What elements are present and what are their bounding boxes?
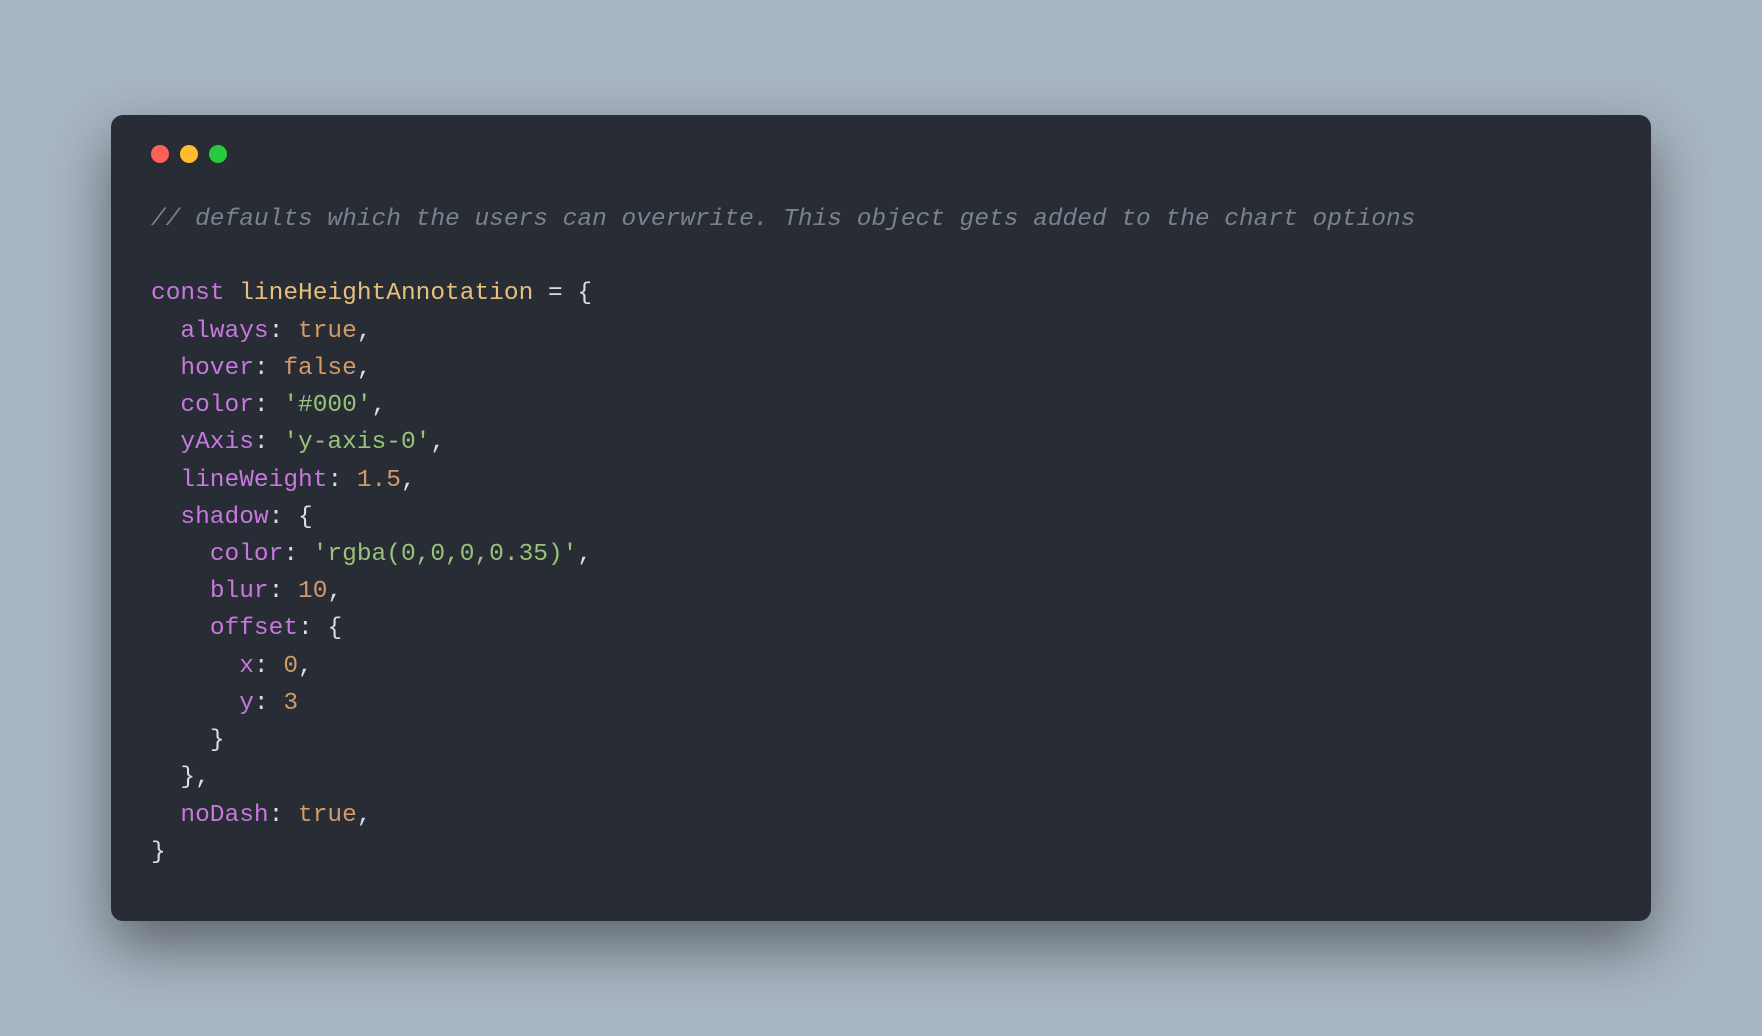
colon: : [254,429,269,456]
code-comment: // defaults which the users can overwrit… [151,206,1415,233]
const-identifier: lineHeightAnnotation [239,280,533,307]
prop-x: x [239,653,254,680]
brace-close: } [151,839,166,866]
brace-open: { [298,504,313,531]
prop-nodash: noDash [180,802,268,829]
comma: , [357,318,372,345]
val-color: '#000' [283,392,371,419]
val-y: 3 [283,690,298,717]
colon: : [298,615,313,642]
prop-offset: offset [210,615,298,642]
brace-close: } [180,764,195,791]
colon: : [254,355,269,382]
colon: : [254,690,269,717]
code-block: // defaults which the users can overwrit… [151,201,1611,871]
brace-close: } [210,727,225,754]
brace-open: { [577,280,592,307]
comma: , [357,355,372,382]
comma: , [430,429,445,456]
val-yaxis: 'y-axis-0' [283,429,430,456]
minimize-icon[interactable] [180,145,198,163]
equals-op: = [533,280,577,307]
prop-yaxis: yAxis [180,429,254,456]
close-icon[interactable] [151,145,169,163]
colon: : [269,578,284,605]
prop-lineweight: lineWeight [180,467,327,494]
val-false: false [283,355,357,382]
prop-color: color [180,392,254,419]
comma: , [372,392,387,419]
window-titlebar [151,145,1611,163]
code-window: // defaults which the users can overwrit… [111,115,1651,921]
val-true: true [298,318,357,345]
val-x: 0 [283,653,298,680]
comma: , [401,467,416,494]
val-lineweight: 1.5 [357,467,401,494]
prop-hover: hover [180,355,254,382]
colon: : [269,504,284,531]
prop-shadow: shadow [180,504,268,531]
comma: , [577,541,592,568]
maximize-icon[interactable] [209,145,227,163]
val-blur: 10 [298,578,327,605]
colon: : [283,541,298,568]
colon: : [254,653,269,680]
prop-blur: blur [210,578,269,605]
colon: : [269,318,284,345]
colon: : [254,392,269,419]
prop-always: always [180,318,268,345]
prop-shadow-color: color [210,541,284,568]
colon: : [327,467,342,494]
prop-y: y [239,690,254,717]
comma: , [327,578,342,605]
val-shadow-color: 'rgba(0,0,0,0.35)' [313,541,578,568]
comma: , [195,764,210,791]
brace-open: { [327,615,342,642]
comma: , [357,802,372,829]
comma: , [298,653,313,680]
val-true: true [298,802,357,829]
keyword-const: const [151,280,225,307]
colon: : [269,802,284,829]
